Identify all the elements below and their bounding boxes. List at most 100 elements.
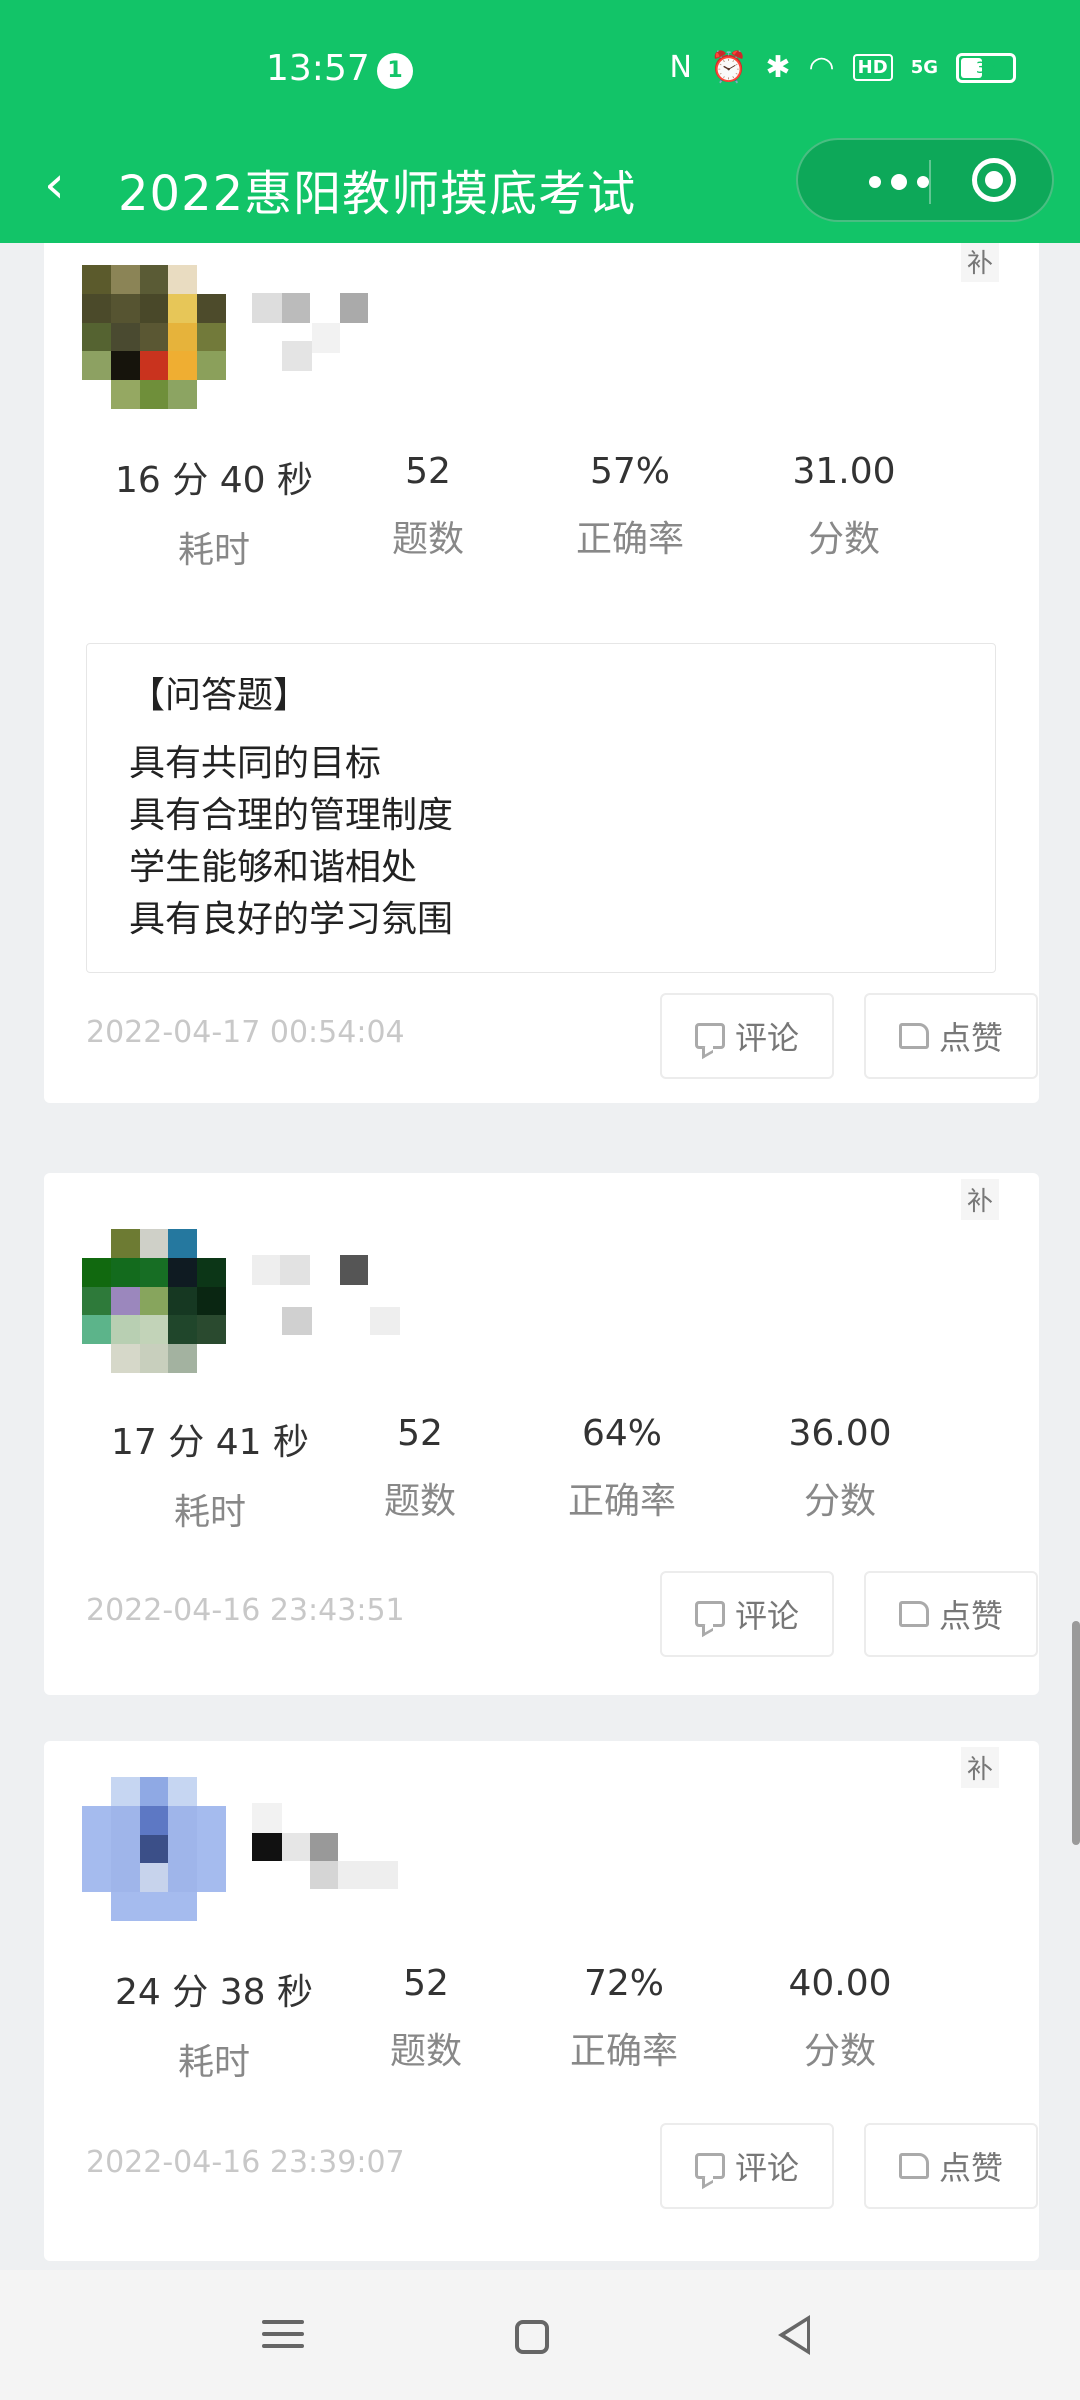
alarm-icon: ⏰ (709, 50, 748, 85)
answer-line: 学生能够和谐相处 (129, 847, 418, 888)
record-footer: 2022-04-16 23:43:51 评论 点赞 (86, 1571, 1038, 1657)
recent-apps-icon[interactable] (258, 2312, 308, 2362)
status-time: 13:57 (266, 48, 370, 89)
stat-accuracy: 57% 正确率 (520, 451, 740, 562)
questions-value: 52 (405, 451, 451, 492)
answer-box: 【问答题】 具有共同的目标 具有合理的管理制度 学生能够和谐相处 具有良好的学习… (86, 643, 996, 973)
score-value: 36.00 (788, 1413, 892, 1454)
comment-button[interactable]: 评论 (660, 2123, 834, 2209)
duration-value: 24 分 38 秒 (115, 1972, 313, 2013)
stat-time: 16 分 40 秒 耗时 (104, 451, 324, 573)
duration-label: 耗时 (177, 2042, 250, 2083)
answer-line: 具有合理的管理制度 (129, 795, 454, 836)
miniprogram-capsule (796, 138, 1054, 222)
record-date: 2022-04-16 23:43:51 (86, 1593, 405, 1628)
username-blurred (252, 293, 402, 383)
stat-count: 52 题数 (310, 1413, 530, 1524)
tag-badge: 补 (960, 243, 999, 282)
comment-label: 评论 (734, 1019, 799, 1057)
stats-row: 17 分 41 秒 耗时 52 题数 64% 正确率 36.00 分数 (44, 1413, 1039, 1533)
thumbs-up-icon (898, 2153, 929, 2179)
stat-score: 36.00 分数 (730, 1413, 950, 1524)
more-button[interactable] (834, 166, 964, 198)
comment-button[interactable]: 评论 (660, 993, 834, 1079)
like-button[interactable]: 点赞 (864, 2123, 1038, 2209)
notification-badge: 1 (377, 53, 413, 89)
tag-badge: 补 (960, 1179, 999, 1220)
signal-icon: 5G (910, 56, 938, 78)
score-value: 40.00 (788, 1963, 892, 2004)
comment-label: 评论 (734, 1597, 799, 1635)
questions-label: 题数 (389, 2031, 462, 2072)
records-list: 补 16 分 40 秒 耗时 52 题数 57% 正确率 31.00 分数 【问… (0, 243, 1080, 2270)
stats-row: 16 分 40 秒 耗时 52 题数 57% 正确率 31.00 分数 (44, 451, 1039, 571)
close-miniprogram-icon[interactable] (972, 158, 1016, 202)
questions-value: 52 (397, 1413, 443, 1454)
like-label: 点赞 (938, 2149, 1003, 2187)
duration-label: 耗时 (173, 1492, 246, 1533)
scrollbar[interactable] (1072, 1621, 1080, 1845)
record-footer: 2022-04-17 00:54:04 评论 点赞 (86, 993, 1038, 1079)
like-label: 点赞 (938, 1597, 1003, 1635)
back-icon[interactable]: ‹ (44, 159, 84, 211)
questions-label: 题数 (391, 519, 464, 560)
record-card: 补 16 分 40 秒 耗时 52 题数 57% 正确率 31.00 分数 【问… (44, 243, 1039, 1103)
more-dot-icon (891, 174, 907, 190)
like-button[interactable]: 点赞 (864, 1571, 1038, 1657)
thumbs-up-icon (898, 1601, 929, 1627)
app-header: 13:57 1 Ν ⏰ ✱ ◠ HD 5G 38 ‹ 2022惠阳教师摸底考试 (0, 0, 1080, 243)
record-date: 2022-04-16 23:39:07 (86, 2145, 405, 2180)
home-icon[interactable] (515, 2320, 549, 2354)
hd-icon: HD (852, 54, 893, 81)
record-footer: 2022-04-16 23:39:07 评论 点赞 (86, 2123, 1038, 2209)
capsule-divider (929, 160, 931, 204)
duration-value: 17 分 41 秒 (111, 1422, 309, 1463)
stat-time: 24 分 38 秒 耗时 (104, 1963, 324, 2085)
more-dot-icon (917, 176, 929, 188)
battery-icon: 38 (956, 52, 1016, 83)
stat-score: 40.00 分数 (730, 1963, 950, 2074)
stat-count: 52 题数 (316, 1963, 536, 2074)
comment-icon (694, 1601, 725, 1627)
avatar[interactable] (82, 1777, 226, 1921)
accuracy-label: 正确率 (575, 519, 684, 560)
tag-badge: 补 (960, 1747, 999, 1788)
comment-label: 评论 (734, 2149, 799, 2187)
username-blurred (252, 1255, 402, 1345)
record-card: 补 17 分 41 秒 耗时 52 题数 64% 正确率 36.00 分数 20… (44, 1173, 1039, 1695)
comment-icon (694, 2153, 725, 2179)
like-label: 点赞 (938, 1019, 1003, 1057)
questions-value: 52 (403, 1963, 449, 2004)
bluetooth-icon: ✱ (765, 50, 791, 85)
record-card: 补 24 分 38 秒 耗时 52 题数 72% 正确率 40.00 分数 20… (44, 1741, 1039, 2261)
stats-row: 24 分 38 秒 耗时 52 题数 72% 正确率 40.00 分数 (44, 1963, 1039, 2083)
questions-label: 题数 (383, 1481, 456, 1522)
nfc-icon: Ν (669, 50, 692, 85)
avatar[interactable] (82, 1229, 226, 1373)
score-label: 分数 (803, 1481, 876, 1522)
more-dot-icon (869, 176, 881, 188)
stat-score: 31.00 分数 (734, 451, 954, 562)
system-back-icon[interactable] (778, 2315, 810, 2355)
stat-count: 52 题数 (318, 451, 538, 562)
avatar[interactable] (82, 265, 226, 409)
accuracy-label: 正确率 (567, 1481, 676, 1522)
record-date: 2022-04-17 00:54:04 (86, 1015, 405, 1050)
stat-accuracy: 72% 正确率 (514, 1963, 734, 2074)
comment-button[interactable]: 评论 (660, 1571, 834, 1657)
wifi-icon: ◠ (808, 50, 835, 85)
score-label: 分数 (807, 519, 880, 560)
answer-line: 具有共同的目标 (129, 743, 382, 784)
answer-line: 具有良好的学习氛围 (129, 899, 454, 940)
page-title: 2022惠阳教师摸底考试 (118, 166, 637, 222)
duration-value: 16 分 40 秒 (115, 460, 313, 501)
status-bar: 13:57 1 Ν ⏰ ✱ ◠ HD 5G 38 (0, 0, 1080, 140)
stat-time: 17 分 41 秒 耗时 (100, 1413, 320, 1535)
accuracy-value: 57% (589, 451, 670, 492)
comment-icon (694, 1023, 725, 1049)
accuracy-value: 64% (581, 1413, 662, 1454)
accuracy-value: 72% (583, 1963, 664, 2004)
accuracy-label: 正确率 (569, 2031, 678, 2072)
like-button[interactable]: 点赞 (864, 993, 1038, 1079)
score-value: 31.00 (792, 451, 896, 492)
